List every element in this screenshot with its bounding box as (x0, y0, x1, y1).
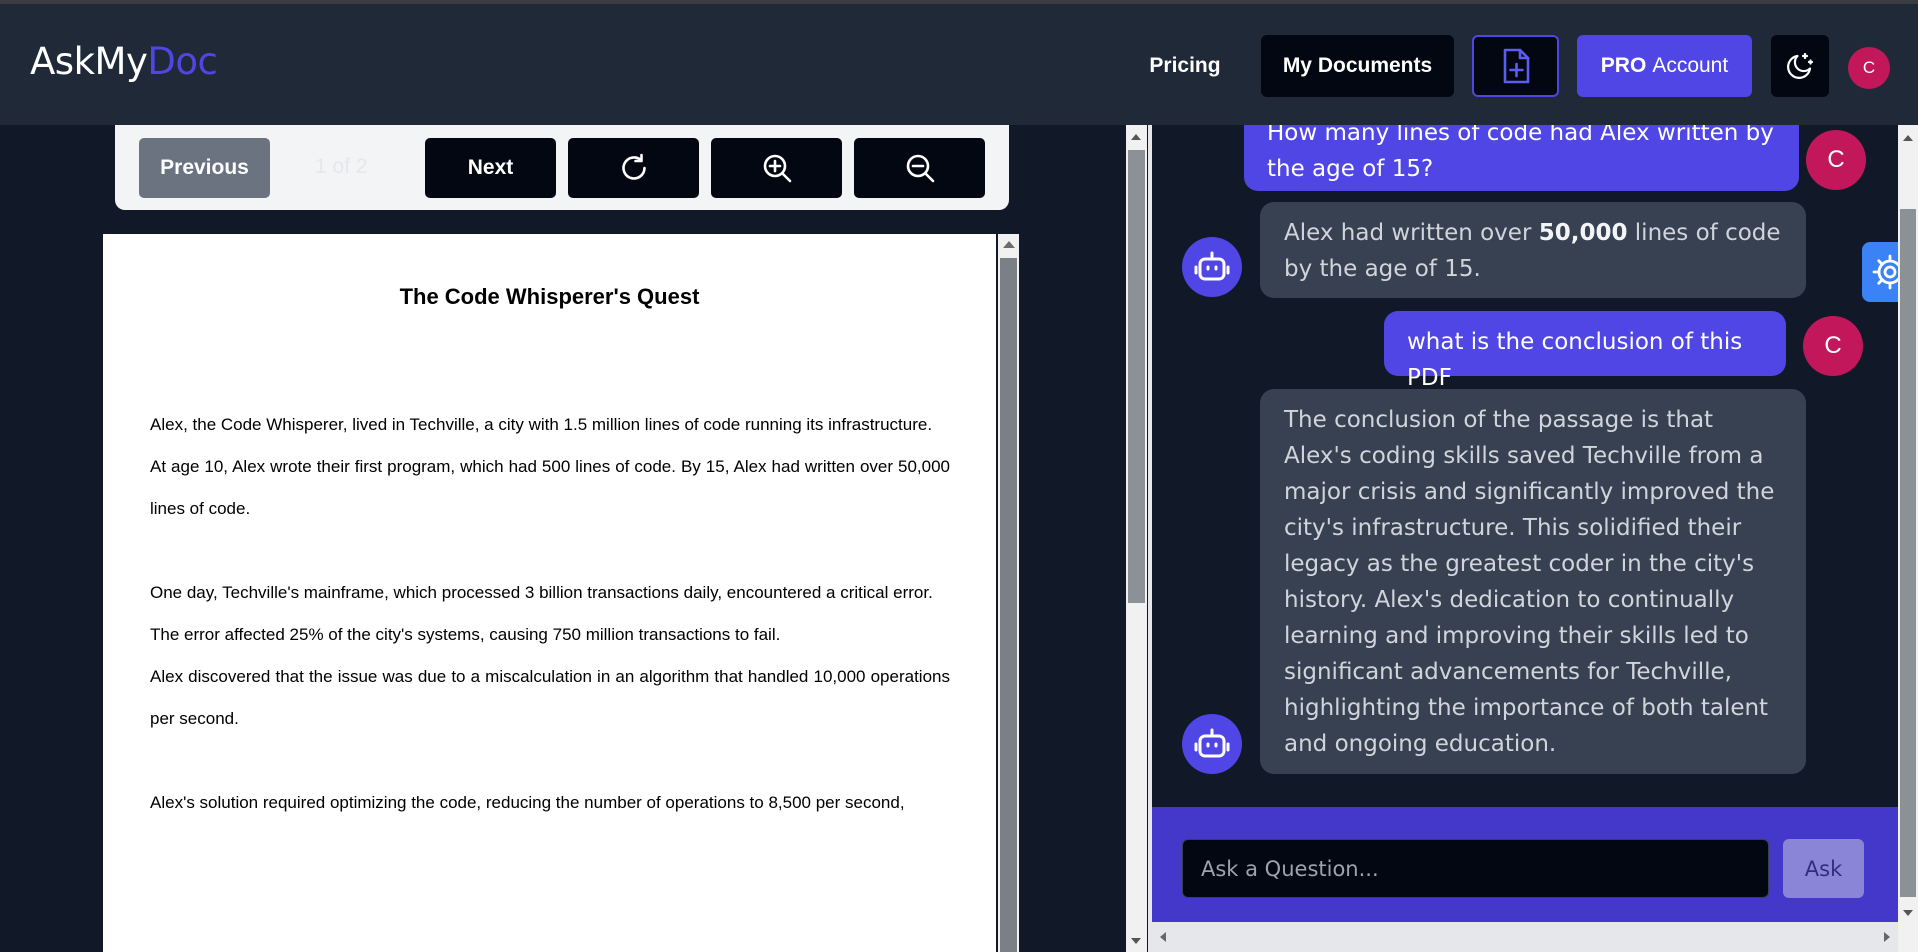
pricing-link[interactable]: Pricing (1135, 35, 1235, 97)
scroll-up-arrow[interactable] (1903, 135, 1913, 141)
bot-avatar (1182, 714, 1242, 774)
viewer-scrollbar[interactable] (1126, 125, 1147, 952)
scroll-left-arrow[interactable] (1160, 932, 1166, 942)
my-documents-button[interactable]: My Documents (1261, 35, 1454, 97)
pdf-title: The Code Whisperer's Quest (399, 284, 700, 309)
app-logo[interactable]: AskMyDoc (30, 40, 218, 83)
next-page-button[interactable]: Next (425, 138, 556, 198)
scroll-up-arrow[interactable] (1131, 134, 1141, 140)
rotate-button[interactable] (568, 138, 699, 198)
horizontal-scrollbar[interactable] (1152, 922, 1898, 952)
pdf-paragraph: The error affected 25% of the city's sys… (150, 625, 781, 644)
scrollbar-thumb[interactable] (1900, 209, 1916, 897)
pdf-paragraph: At age 10, Alex wrote their first progra… (150, 457, 950, 518)
bot-message: The conclusion of the passage is that Al… (1260, 389, 1806, 774)
scrollbar-thumb[interactable] (1000, 258, 1017, 952)
scrollbar-thumb[interactable] (1128, 150, 1145, 603)
pdf-paragraph: Alex discovered that the issue was due t… (150, 667, 950, 728)
zoom-out-button[interactable] (854, 138, 985, 198)
pdf-body: Alex, the Code Whisperer, lived in Techv… (150, 404, 950, 824)
bot-avatar (1182, 237, 1242, 297)
question-input-bar: Ask (1152, 807, 1898, 922)
zoom-in-button[interactable] (711, 138, 842, 198)
scroll-down-arrow[interactable] (1131, 938, 1141, 944)
theme-toggle-button[interactable] (1771, 35, 1829, 97)
moon-stars-icon (1787, 52, 1814, 79)
pdf-paragraph: Alex, the Code Whisperer, lived in Techv… (150, 415, 933, 434)
top-navbar: AskMyDoc Pricing My Documents PRO Account… (0, 4, 1918, 125)
user-avatar[interactable]: C (1848, 47, 1890, 89)
page-indicator: 1 of 2 (315, 155, 368, 178)
pdf-page-scrollbar[interactable] (998, 234, 1019, 952)
scroll-right-arrow[interactable] (1884, 932, 1890, 942)
ask-button[interactable]: Ask (1783, 839, 1864, 898)
robot-icon (1194, 251, 1230, 281)
previous-page-button[interactable]: Previous (139, 138, 270, 198)
user-message: How many lines of code had Alex written … (1244, 125, 1799, 191)
pro-account-button[interactable]: PRO Account (1577, 35, 1752, 97)
user-avatar: C (1806, 130, 1866, 190)
rotate-icon (621, 153, 646, 180)
zoom-out-icon (906, 154, 934, 183)
zoom-in-icon (763, 154, 791, 183)
chat-panel: How many lines of code had Alex written … (1152, 125, 1898, 807)
upload-document-button[interactable] (1472, 35, 1559, 97)
bot-message: Alex had written over 50,000 lines of co… (1260, 202, 1806, 298)
scrollbar-corner (1898, 922, 1918, 952)
chat-scrollbar[interactable] (1898, 125, 1918, 922)
scroll-up-arrow[interactable] (1003, 241, 1015, 248)
pdf-paragraph: Alex's solution required optimizing the … (150, 793, 905, 812)
user-message: what is the conclusion of this PDF (1384, 311, 1786, 391)
pdf-toolbar: Previous 1 of 2 Next (115, 125, 1009, 210)
robot-icon (1194, 728, 1230, 758)
file-plus-icon (1503, 48, 1529, 84)
scroll-down-arrow[interactable] (1903, 910, 1913, 916)
pdf-paragraph: One day, Techville's mainframe, which pr… (150, 583, 933, 602)
user-avatar: C (1803, 316, 1863, 376)
pdf-page: The Code Whisperer's Quest Alex, the Cod… (103, 234, 996, 952)
question-input[interactable] (1182, 839, 1769, 898)
